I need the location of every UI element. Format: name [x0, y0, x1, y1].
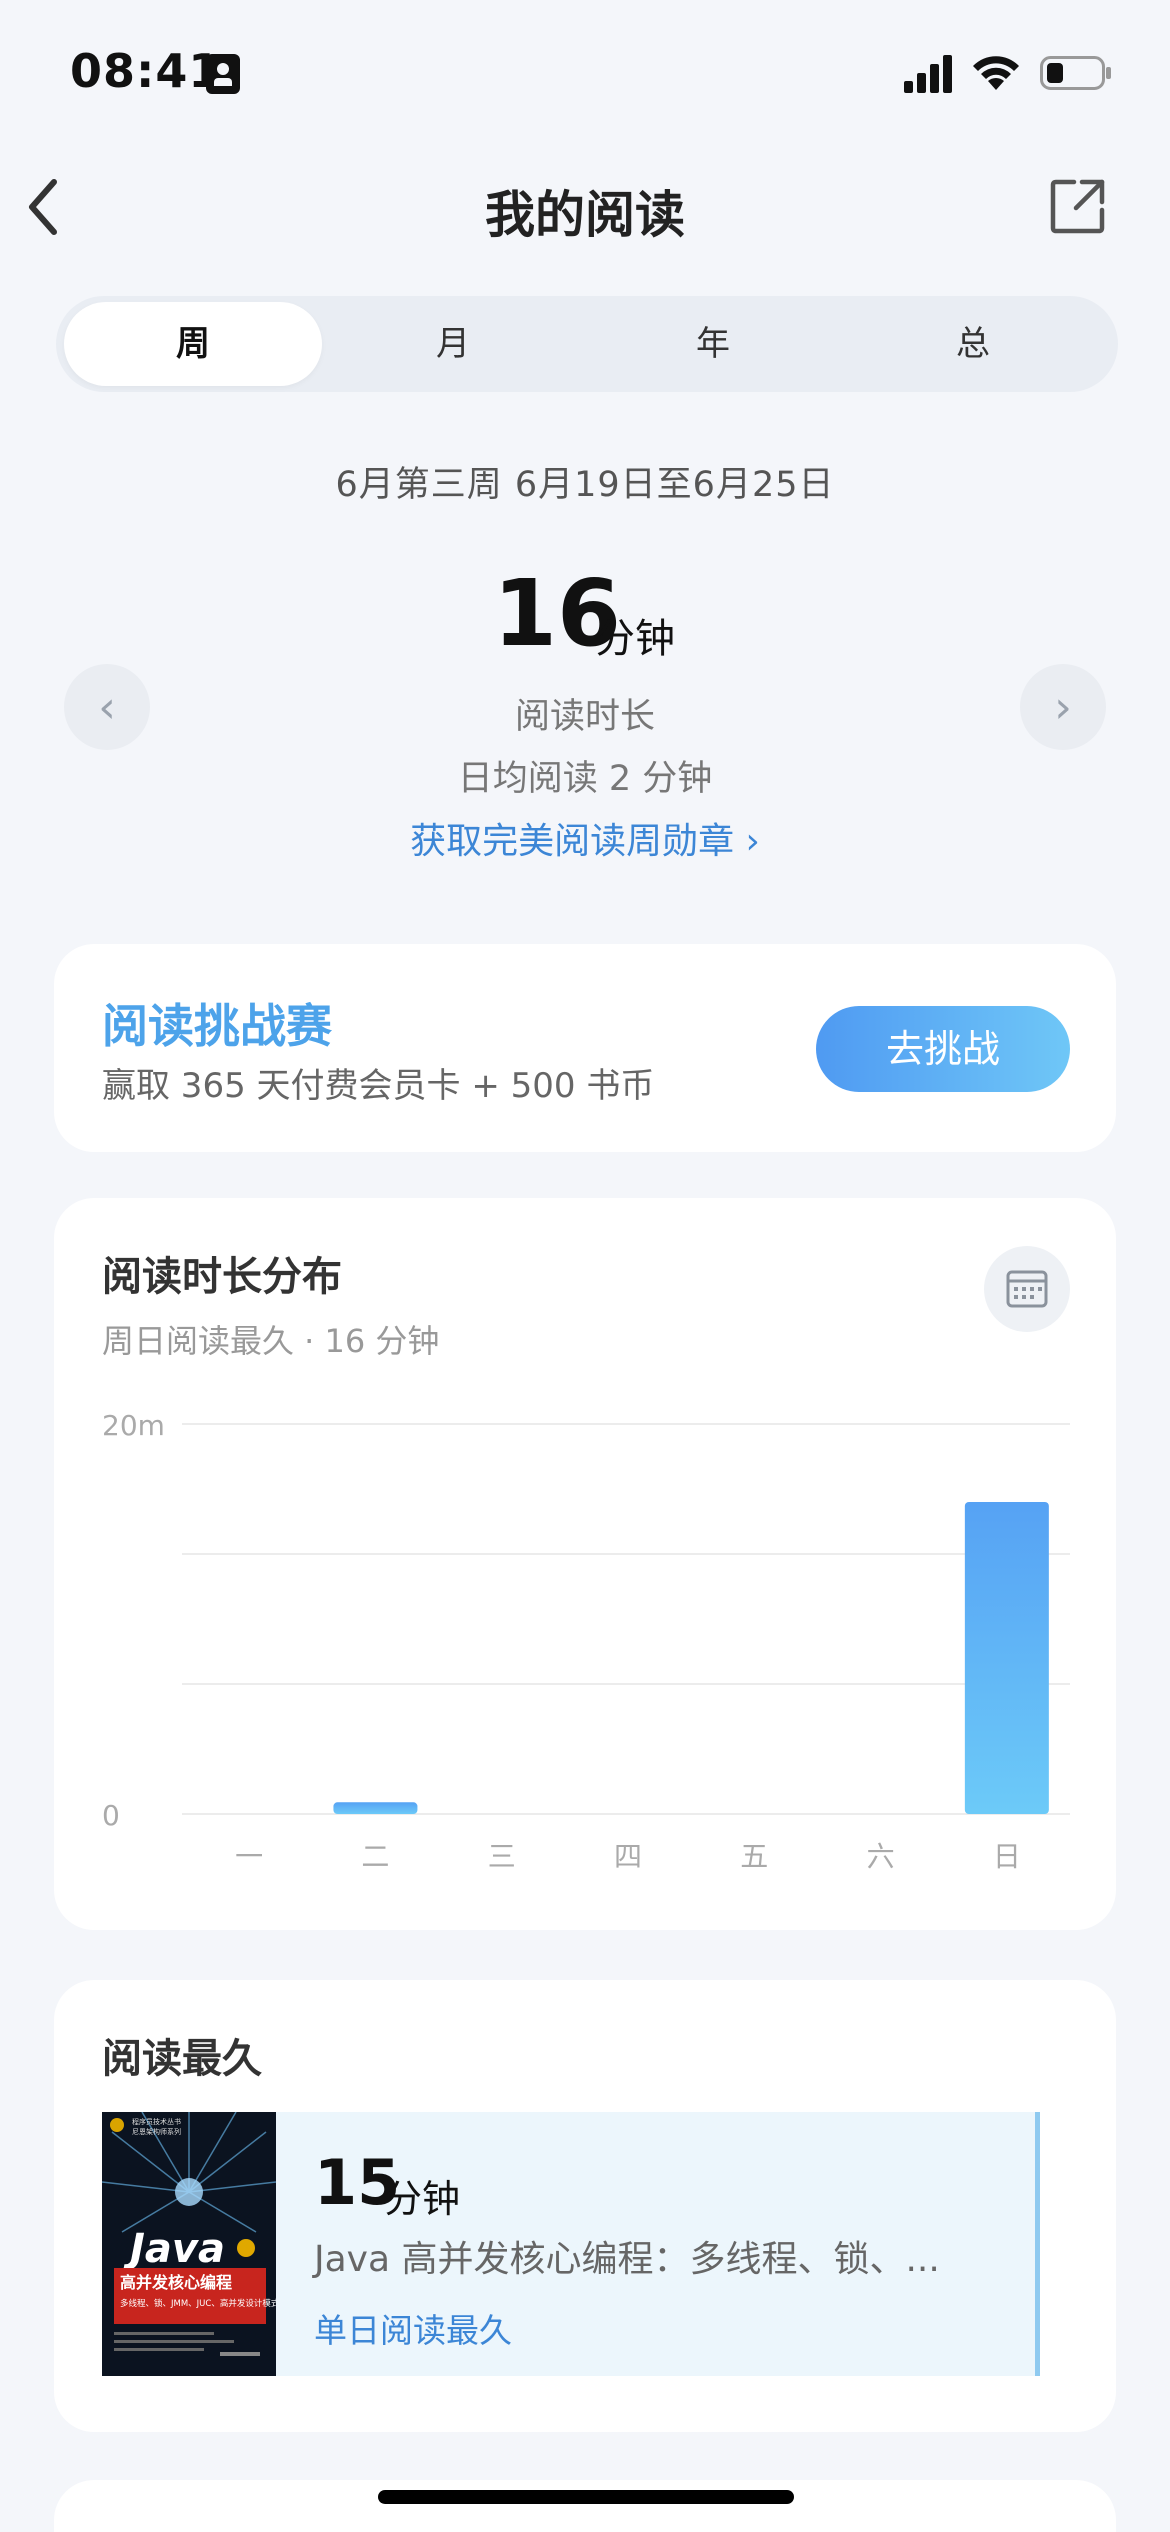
tab-month[interactable]: 月	[324, 302, 582, 386]
person-icon	[206, 54, 240, 94]
battery-icon	[1040, 56, 1111, 90]
x-tick-label: 二	[361, 1840, 389, 1873]
period-tabs: 周 月 年 总	[56, 296, 1118, 392]
cover-brand: Java	[123, 2226, 225, 2272]
y-tick-label: 20m	[102, 1409, 165, 1442]
next-card	[54, 2480, 1116, 2532]
longest-tag: 单日阅读最久	[314, 2311, 512, 2350]
cover-title: 高并发核心编程	[120, 2273, 232, 2292]
longest-title: 阅读最久	[102, 2036, 262, 2082]
reading-distribution-chart: 20m 0 一 二 三 四 五 六 日	[102, 1409, 1070, 1873]
cellular-signal-icon	[904, 55, 952, 93]
home-indicator[interactable]	[378, 2490, 794, 2504]
x-tick-label: 日	[993, 1840, 1021, 1873]
share-icon[interactable]	[1048, 176, 1108, 236]
challenge-card: 阅读挑战赛 赢取 365 天付费会员卡 + 500 书币 去挑战	[54, 944, 1116, 1152]
cover-subtitle: 多线程、锁、JMM、JUC、高并发设计模式	[120, 2298, 276, 2309]
go-challenge-button[interactable]: 去挑战	[816, 1006, 1070, 1092]
x-tick-label: 一	[235, 1840, 263, 1873]
tab-year[interactable]: 年	[584, 302, 842, 386]
reading-duration-label: 阅读时长	[514, 697, 655, 737]
x-tick-label: 四	[614, 1840, 642, 1873]
book-cover: 程序员技术丛书 尼恩架构师系列 Java 高并发核心编程 多线程、锁、JMM、J…	[102, 2112, 276, 2376]
chart-bar[interactable]	[964, 1502, 1049, 1814]
y-tick-label: 0	[102, 1799, 120, 1832]
reading-duration-unit: 分钟	[595, 616, 675, 662]
svg-text:程序员技术丛书: 程序员技术丛书	[132, 2117, 181, 2126]
x-tick-label: 五	[740, 1840, 768, 1873]
distribution-card: 阅读时长分布 周日阅读最久 · 16 分钟 20m 0 一二三四五六日	[54, 1198, 1116, 1930]
wifi-icon	[973, 56, 1019, 90]
status-time: 08:41	[70, 44, 222, 98]
daily-average: 日均阅读 2 分钟	[457, 759, 713, 799]
date-range: 6月第三周 6月19日至6月25日	[335, 465, 835, 505]
book-item[interactable]: 程序员技术丛书 尼恩架构师系列 Java 高并发核心编程 多线程、锁、JMM、J…	[102, 2112, 1040, 2376]
medal-link[interactable]: 获取完美阅读周勋章 ›	[0, 812, 1170, 864]
challenge-title: 阅读挑战赛	[102, 999, 332, 1053]
tab-total[interactable]: 总	[844, 302, 1102, 386]
chart-bar[interactable]	[333, 1802, 418, 1814]
x-tick-label: 六	[867, 1840, 895, 1873]
tab-week[interactable]: 周	[64, 302, 322, 386]
challenge-subtitle: 赢取 365 天付费会员卡 + 500 书币	[102, 1066, 655, 1106]
book-row-accent	[1035, 2112, 1040, 2376]
page-title: 我的阅读	[485, 186, 685, 244]
longest-reading-card: 阅读最久 程序员技术丛书 尼恩架构师系列 Java 高并发核心编程 多线程、锁、…	[54, 1980, 1116, 2432]
x-tick-label: 三	[488, 1840, 516, 1873]
book-title: Java 高并发核心编程：多线程、锁、...	[314, 2239, 940, 2280]
svg-text:尼恩架构师系列: 尼恩架构师系列	[132, 2127, 181, 2136]
longest-minutes-unit: 分钟	[384, 2177, 461, 2221]
